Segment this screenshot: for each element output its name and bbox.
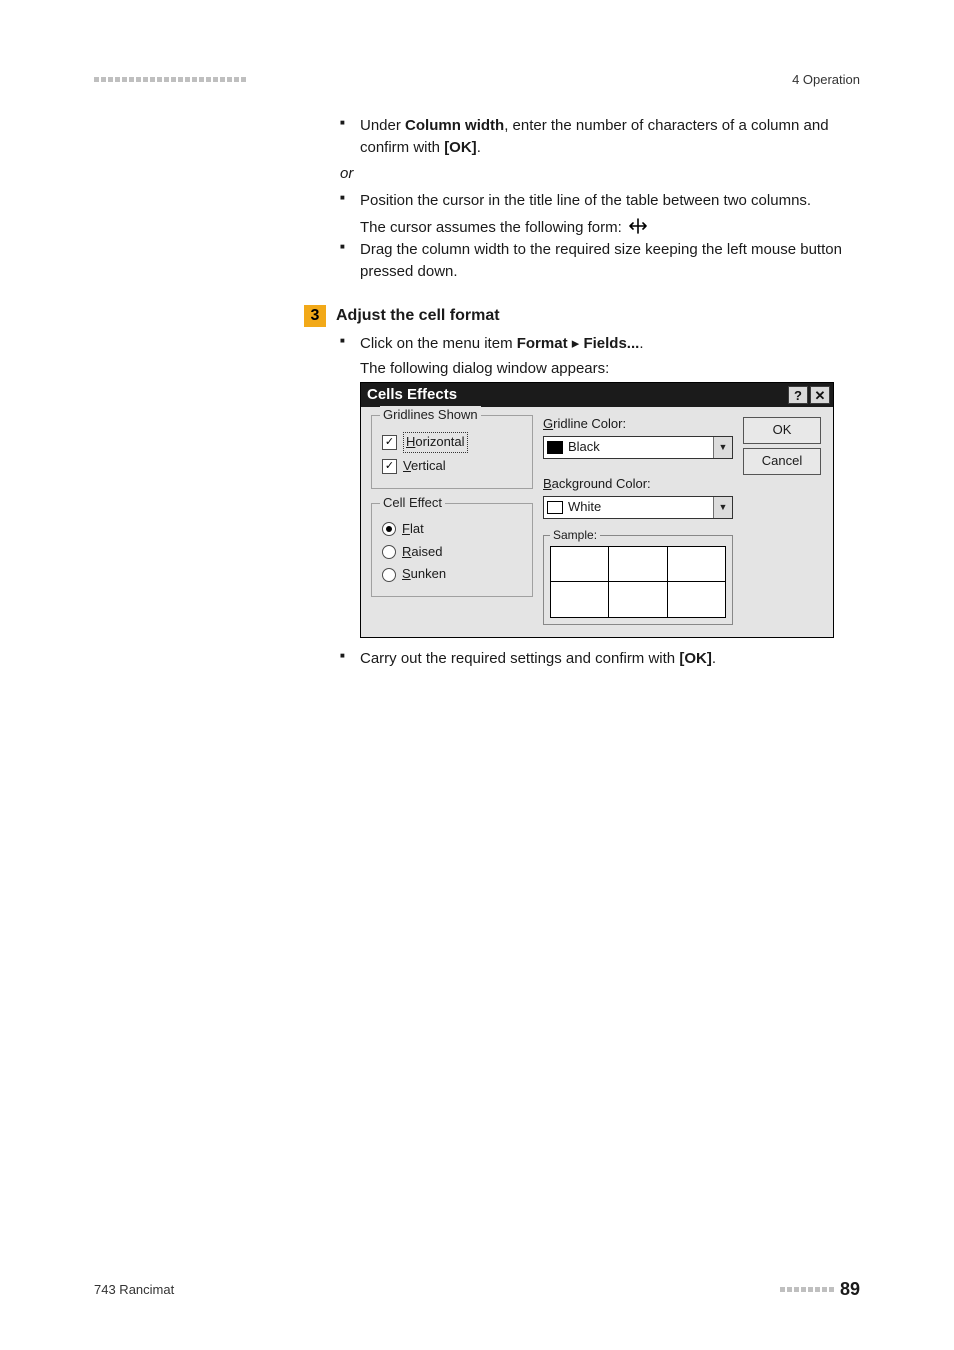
cancel-button[interactable]: Cancel: [743, 448, 821, 475]
label-text: ackground Color:: [552, 476, 651, 491]
sample-legend: Sample:: [550, 527, 600, 544]
combo-value: Black: [568, 438, 600, 457]
combo-value: White: [568, 498, 601, 517]
list-item: Carry out the required settings and conf…: [340, 648, 860, 670]
text-bold: Column width: [405, 117, 504, 134]
text: Under: [360, 117, 405, 134]
bullet-list-step3: Click on the menu item Format ▸ Fields..…: [340, 333, 860, 638]
background-color-combo[interactable]: White ▼: [543, 496, 733, 519]
page-footer: 743 Rancimat 89: [94, 1279, 860, 1300]
mnemonic: R: [402, 544, 411, 559]
radio-icon: [382, 522, 396, 536]
resize-cursor-icon: [628, 218, 648, 234]
cell-effect-group: Cell Effect Flat Raised: [371, 503, 533, 598]
cursor-form-note: The cursor assumes the following form:: [340, 217, 860, 239]
bullet-list-2: Position the cursor in the title line of…: [340, 190, 860, 212]
bullet-list-1: Under Column width, enter the number of …: [340, 115, 860, 159]
list-item: Click on the menu item Format ▸ Fields..…: [340, 333, 860, 638]
mnemonic: B: [543, 476, 552, 491]
mnemonic: S: [402, 566, 411, 581]
dialog-titlebar: Cells Effects ? ✕: [361, 383, 833, 407]
label-text: ridline Color:: [553, 416, 626, 431]
sample-grid-icon: [550, 546, 726, 618]
mnemonic: F: [402, 521, 410, 536]
page-header: 4 Operation: [94, 72, 860, 87]
label-text: lat: [410, 521, 424, 536]
header-ornament-left: [94, 77, 246, 82]
text: Click on the menu item: [360, 335, 517, 352]
label-text: ertical: [411, 458, 446, 473]
text: The following dialog window appears:: [360, 358, 860, 380]
gridlines-shown-group: Gridlines Shown Horizontal Vertical: [371, 415, 533, 489]
group-legend: Gridlines Shown: [380, 406, 481, 425]
footer-page-number: 89: [840, 1279, 860, 1300]
text: Carry out the required settings and conf…: [360, 650, 679, 667]
text-bold: Fields...: [583, 335, 639, 352]
background-color-field: Background Color: White ▼: [543, 475, 733, 519]
step-heading: 3 Adjust the cell format: [340, 305, 860, 327]
cells-effects-dialog: Cells Effects ? ✕ Gridlines Shown: [360, 382, 834, 638]
dialog-title: Cells Effects: [367, 384, 457, 406]
footer-product: 743 Rancimat: [94, 1282, 174, 1297]
dialog-help-button[interactable]: ?: [788, 386, 808, 404]
text: The cursor assumes the following form:: [360, 219, 622, 236]
dialog-close-button[interactable]: ✕: [810, 386, 830, 404]
text-bold: [OK]: [679, 650, 712, 667]
text: .: [477, 139, 481, 156]
footer-ornament: [780, 1287, 834, 1292]
or-separator: or: [340, 165, 860, 182]
gridline-color-combo[interactable]: Black ▼: [543, 436, 733, 459]
chevron-down-icon: ▼: [713, 497, 732, 518]
sample-preview: Sample:: [543, 535, 733, 625]
vertical-checkbox-row[interactable]: Vertical: [382, 457, 524, 476]
chevron-down-icon: ▼: [713, 437, 732, 458]
list-item: Position the cursor in the title line of…: [340, 190, 860, 212]
flat-radio-row[interactable]: Flat: [382, 520, 524, 539]
radio-icon: [382, 545, 396, 559]
color-swatch-icon: [547, 501, 563, 514]
checkbox-icon: [382, 459, 397, 474]
horizontal-checkbox-row[interactable]: Horizontal: [382, 432, 524, 453]
mnemonic: G: [543, 416, 553, 431]
label-text: unken: [411, 566, 446, 581]
bullet-list-3: Drag the column width to the required si…: [340, 239, 860, 283]
mnemonic: H: [406, 434, 415, 449]
text-bold: Format: [517, 335, 568, 352]
color-swatch-icon: [547, 441, 563, 454]
text-bold: [OK]: [444, 139, 477, 156]
sunken-radio-row[interactable]: Sunken: [382, 565, 524, 584]
step-number-badge: 3: [304, 305, 326, 327]
radio-icon: [382, 568, 396, 582]
mnemonic: V: [403, 458, 411, 473]
raised-radio-row[interactable]: Raised: [382, 543, 524, 562]
label-text: orizontal: [415, 434, 464, 449]
ok-button[interactable]: OK: [743, 417, 821, 444]
breadcrumb: 4 Operation: [792, 72, 860, 87]
text: .: [712, 650, 716, 667]
text: .: [639, 335, 643, 352]
step-title: Adjust the cell format: [336, 305, 500, 327]
label-text: aised: [411, 544, 442, 559]
list-item: Drag the column width to the required si…: [340, 239, 860, 283]
bullet-list-after: Carry out the required settings and conf…: [340, 648, 860, 670]
text: ▸: [568, 335, 584, 352]
gridline-color-field: Gridline Color: Black ▼: [543, 415, 733, 459]
list-item: Under Column width, enter the number of …: [340, 115, 860, 159]
checkbox-icon: [382, 435, 397, 450]
group-legend: Cell Effect: [380, 494, 445, 513]
